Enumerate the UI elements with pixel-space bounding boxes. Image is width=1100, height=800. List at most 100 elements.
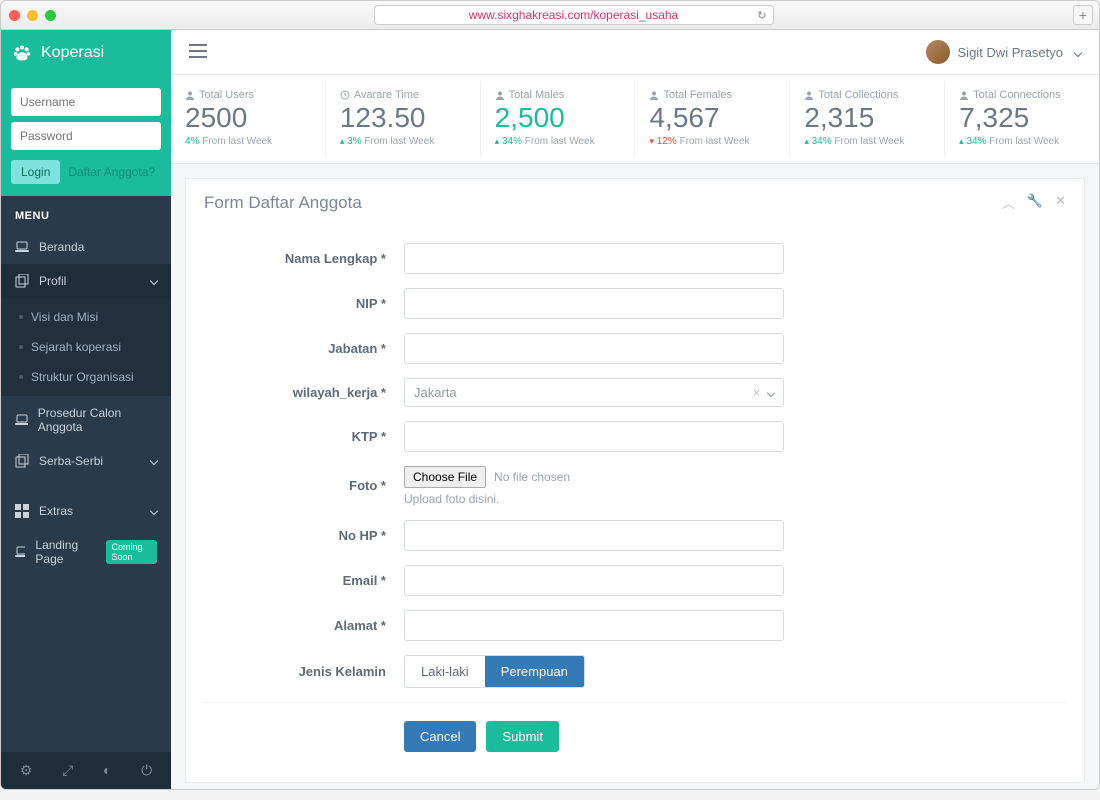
wilayah-value: Jakarta (414, 385, 457, 400)
user-icon (495, 90, 505, 100)
stat-label: Total Collections (804, 89, 930, 101)
sidebar-item-label: Prosedur Calon Anggota (38, 406, 157, 434)
label-wilayah: wilayah_kerja * (204, 385, 404, 400)
stat-foot: 34% From last Week (959, 136, 1085, 147)
stat-card: Total Users25004% From last Week (171, 81, 326, 157)
user-icon (649, 90, 659, 100)
main-content: Sigit Dwi Prasetyo Total Users25004% Fro… (171, 30, 1099, 789)
user-icon (185, 90, 195, 100)
laptop-icon (15, 546, 25, 558)
sidebar-item-extras[interactable]: Extras (1, 494, 171, 528)
stat-value: 123.50 (340, 103, 466, 134)
close-window-icon[interactable] (9, 10, 20, 21)
wrench-icon[interactable]: 🔧 (1027, 193, 1043, 212)
stat-card: Total Males 2,500 34% From last Week (481, 81, 636, 157)
reload-icon[interactable]: ↻ (757, 9, 766, 22)
sidebar-item-prosedur[interactable]: Prosedur Calon Anggota (1, 396, 171, 444)
stat-foot: 3% From last Week (340, 136, 466, 147)
stat-value: 2500 (185, 103, 311, 134)
cancel-button[interactable]: Cancel (404, 721, 476, 752)
alamat-input[interactable] (404, 610, 784, 641)
settings-icon[interactable]: ⚙ (20, 762, 33, 779)
stat-card: Avarare Time123.50 3% From last Week (326, 81, 481, 157)
label-jabatan: Jabatan * (204, 341, 404, 356)
sidebar: Koperasi Login Daftar Anggota? MENU Bera… (1, 30, 171, 789)
address-bar-url: www.sixghakreasi.com/koperasi_usaha (469, 8, 678, 22)
chevron-down-icon (147, 454, 157, 468)
username-input[interactable] (11, 88, 161, 116)
login-box: Login Daftar Anggota? (1, 76, 171, 196)
collapse-icon[interactable]: ︿ (1002, 193, 1015, 212)
nohp-input[interactable] (404, 520, 784, 551)
hamburger-icon[interactable] (189, 44, 207, 61)
jk-laki-option[interactable]: Laki-laki (405, 656, 485, 687)
form-panel: Form Daftar Anggota ︿ 🔧 ✕ Nama Lengkap *… (185, 178, 1085, 783)
new-tab-button[interactable]: + (1073, 5, 1093, 25)
sidebar-subitem-sejarah[interactable]: Sejarah koperasi (1, 332, 171, 362)
stat-value: 2,500 (495, 103, 621, 134)
stat-card: Total Collections 2,315 34% From last Wee… (790, 81, 945, 157)
user-icon (959, 90, 969, 100)
paw-icon (11, 42, 33, 64)
profil-submenu: Visi dan Misi Sejarah koperasi Struktur … (1, 298, 171, 396)
submit-button[interactable]: Submit (486, 721, 558, 752)
sidebar-item-label: Profil (39, 274, 66, 288)
maximize-window-icon[interactable] (45, 10, 56, 21)
wilayah-select[interactable]: Jakarta × (404, 378, 784, 407)
sidebar-item-beranda[interactable]: Beranda (1, 230, 171, 264)
clear-icon[interactable]: × (753, 385, 761, 400)
minimize-window-icon[interactable] (27, 10, 38, 21)
sidebar-item-label: Landing Page (35, 538, 90, 566)
eye-icon[interactable]: ◐ (103, 762, 111, 779)
user-menu[interactable]: Sigit Dwi Prasetyo (926, 40, 1081, 64)
stat-card: Total Females4,567 12% From last Week (635, 81, 790, 157)
sidebar-item-label: Serba-Serbi (39, 454, 103, 468)
stat-foot: 12% From last Week (649, 136, 775, 147)
stat-foot: 4% From last Week (185, 136, 311, 147)
sidebar-item-label: Extras (39, 504, 73, 518)
sidebar-item-profil[interactable]: Profil (1, 264, 171, 298)
label-email: Email * (204, 573, 404, 588)
user-icon (804, 90, 814, 100)
sidebar-subitem-visi[interactable]: Visi dan Misi (1, 302, 171, 332)
address-bar[interactable]: www.sixghakreasi.com/koperasi_usaha ↻ (374, 5, 774, 25)
nip-input[interactable] (404, 288, 784, 319)
stat-label: Total Connections (959, 89, 1085, 101)
stat-foot: 34% From last Week (804, 136, 930, 147)
stat-value: 4,567 (649, 103, 775, 134)
panel-title: Form Daftar Anggota (204, 193, 362, 213)
power-icon[interactable]: ⏻ (141, 762, 152, 779)
chevron-down-icon (147, 504, 157, 518)
password-input[interactable] (11, 122, 161, 150)
traffic-lights (9, 10, 56, 21)
close-icon[interactable]: ✕ (1055, 193, 1066, 212)
label-jk: Jenis Kelamin (204, 664, 404, 679)
choose-file-button[interactable]: Choose File (404, 466, 486, 488)
stat-label: Total Males (495, 89, 621, 101)
sidebar-item-landing[interactable]: Landing PageComing Soon (1, 528, 171, 576)
chevron-down-icon (764, 385, 774, 400)
brand-title: Koperasi (41, 44, 104, 62)
jenis-kelamin-group: Laki-laki Perempuan (404, 655, 585, 688)
sidebar-subitem-struktur[interactable]: Struktur Organisasi (1, 362, 171, 392)
sidebar-item-serba[interactable]: Serba-Serbi (1, 444, 171, 478)
windows-icon (15, 504, 29, 518)
stat-value: 2,315 (804, 103, 930, 134)
login-button[interactable]: Login (11, 160, 60, 184)
label-nip: NIP * (204, 296, 404, 311)
register-link[interactable]: Daftar Anggota? (68, 165, 155, 179)
email-input[interactable] (404, 565, 784, 596)
copy-icon (15, 274, 29, 288)
jk-perempuan-option[interactable]: Perempuan (485, 656, 584, 687)
nama-input[interactable] (404, 243, 784, 274)
fullscreen-icon[interactable]: ⤢ (62, 762, 73, 779)
sidebar-item-label: Beranda (39, 240, 84, 254)
ktp-input[interactable] (404, 421, 784, 452)
brand-bar: Koperasi (1, 30, 171, 76)
stat-foot: 34% From last Week (495, 136, 621, 147)
clock-icon (340, 90, 350, 100)
topbar: Sigit Dwi Prasetyo (171, 30, 1099, 75)
label-ktp: KTP * (204, 429, 404, 444)
jabatan-input[interactable] (404, 333, 784, 364)
sidebar-footer: ⚙ ⤢ ◐ ⏻ (1, 752, 171, 789)
